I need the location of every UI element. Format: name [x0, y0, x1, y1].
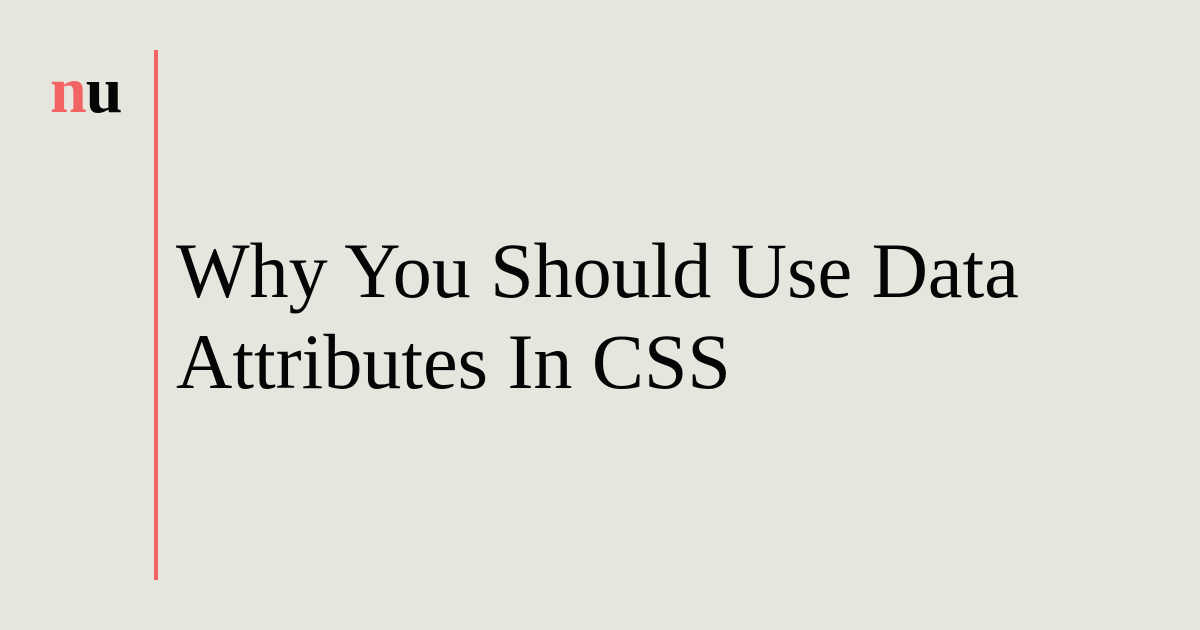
logo-letter-u: u	[85, 54, 123, 127]
logo-letter-n: n	[50, 54, 87, 127]
article-title: Why You Should Use Data Attributes In CS…	[176, 225, 1156, 407]
accent-divider	[154, 50, 158, 580]
site-logo: nu	[50, 58, 122, 124]
article-title-line-2: Attributes In CSS	[176, 318, 731, 405]
social-share-card: nu Why You Should Use Data Attributes In…	[0, 0, 1200, 630]
article-title-line-1: Why You Should Use Data	[176, 227, 1019, 314]
